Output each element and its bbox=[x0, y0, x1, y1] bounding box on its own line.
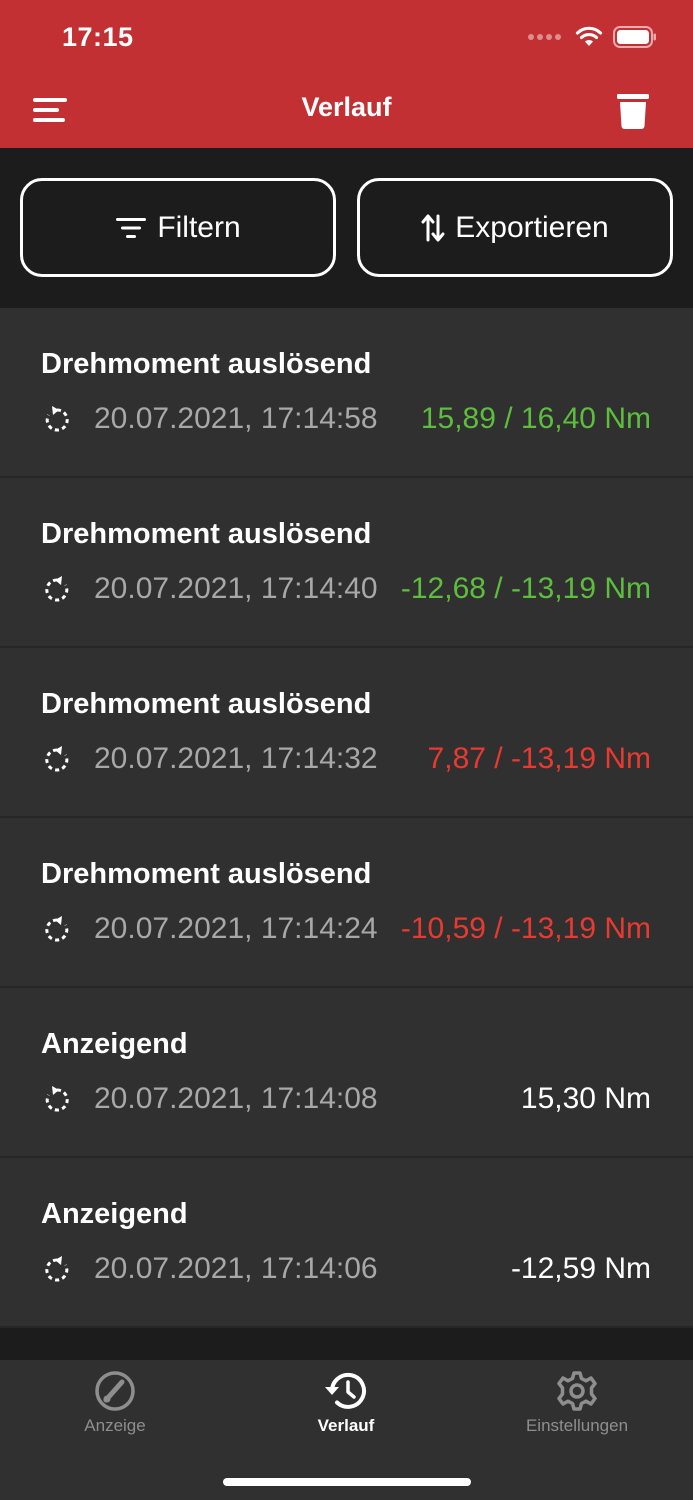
rotate-counterclockwise-icon bbox=[45, 746, 69, 772]
rotate-clockwise-icon bbox=[45, 406, 69, 432]
tab-label: Verlauf bbox=[317, 1416, 375, 1435]
row-datetime: 20.07.2021, 17:14:40 bbox=[94, 572, 378, 605]
wifi-icon bbox=[575, 26, 603, 46]
trash-icon[interactable] bbox=[616, 92, 650, 130]
rotate-counterclockwise-icon bbox=[45, 576, 69, 602]
row-datetime: 20.07.2021, 17:14:06 bbox=[94, 1252, 378, 1285]
row-title: Anzeigend bbox=[41, 1198, 188, 1230]
row-title: Drehmoment auslösend bbox=[41, 858, 372, 890]
row-datetime: 20.07.2021, 17:14:08 bbox=[94, 1082, 378, 1115]
sort-arrows-icon bbox=[421, 214, 445, 241]
tab-label: Anzeige bbox=[84, 1416, 146, 1435]
filter-icon bbox=[116, 217, 147, 238]
row-torque-value: -10,59 / -13,19 Nm bbox=[400, 912, 651, 945]
row-title: Drehmoment auslösend bbox=[41, 518, 372, 550]
row-datetime: 20.07.2021, 17:14:32 bbox=[94, 742, 378, 775]
export-button-label: Exportieren bbox=[455, 210, 609, 244]
tab-anzeige[interactable]: Anzeige bbox=[15, 1370, 215, 1436]
history-row[interactable]: Anzeigend 20.07.2021, 17:14:08 15,30 Nm bbox=[0, 988, 693, 1158]
row-torque-value: 15,89 / 16,40 Nm bbox=[420, 402, 651, 435]
app-header: 17:15 Verlauf bbox=[0, 0, 693, 148]
history-icon bbox=[325, 1372, 366, 1409]
history-row[interactable]: Drehmoment auslösend 20.07.2021, 17:14:3… bbox=[0, 648, 693, 818]
rotate-clockwise-icon bbox=[45, 1086, 69, 1112]
history-row[interactable]: Drehmoment auslösend 20.07.2021, 17:14:5… bbox=[0, 308, 693, 478]
history-row[interactable]: Anzeigend 20.07.2021, 17:14:06 -12,59 Nm bbox=[0, 1158, 693, 1328]
gear-icon bbox=[557, 1371, 597, 1411]
history-row[interactable]: Drehmoment auslösend 20.07.2021, 17:14:2… bbox=[0, 818, 693, 988]
status-indicators bbox=[528, 26, 657, 48]
rotate-counterclockwise-icon bbox=[45, 1256, 69, 1282]
row-torque-value: -12,59 Nm bbox=[510, 1252, 651, 1285]
toolbar: Filtern Exportieren bbox=[0, 148, 693, 308]
tab-verlauf[interactable]: Verlauf bbox=[246, 1370, 446, 1436]
history-list: Drehmoment auslösend 20.07.2021, 17:14:5… bbox=[0, 308, 693, 1328]
export-button[interactable]: Exportieren bbox=[357, 178, 673, 277]
filter-button[interactable]: Filtern bbox=[20, 178, 336, 277]
row-torque-value: 7,87 / -13,19 Nm bbox=[427, 742, 651, 775]
row-title: Anzeigend bbox=[41, 1028, 188, 1060]
tab-label: Einstellungen bbox=[525, 1416, 629, 1435]
tab-einstellungen[interactable]: Einstellungen bbox=[477, 1370, 677, 1436]
cellular-signal-icon bbox=[528, 34, 561, 40]
row-title: Drehmoment auslösend bbox=[41, 348, 372, 380]
history-row[interactable]: Drehmoment auslösend 20.07.2021, 17:14:4… bbox=[0, 478, 693, 648]
row-torque-value: 15,30 Nm bbox=[520, 1082, 651, 1115]
filter-button-label: Filtern bbox=[157, 210, 241, 244]
row-datetime: 20.07.2021, 17:14:58 bbox=[94, 402, 378, 435]
gauge-icon bbox=[95, 1371, 135, 1411]
page-title: Verlauf bbox=[301, 92, 392, 122]
row-datetime: 20.07.2021, 17:14:24 bbox=[94, 912, 378, 945]
rotate-counterclockwise-icon bbox=[45, 916, 69, 942]
row-torque-value: -12,68 / -13,19 Nm bbox=[400, 572, 651, 605]
status-time: 17:15 bbox=[62, 22, 134, 52]
row-title: Drehmoment auslösend bbox=[41, 688, 372, 720]
battery-icon bbox=[613, 26, 656, 48]
home-indicator bbox=[223, 1478, 471, 1486]
